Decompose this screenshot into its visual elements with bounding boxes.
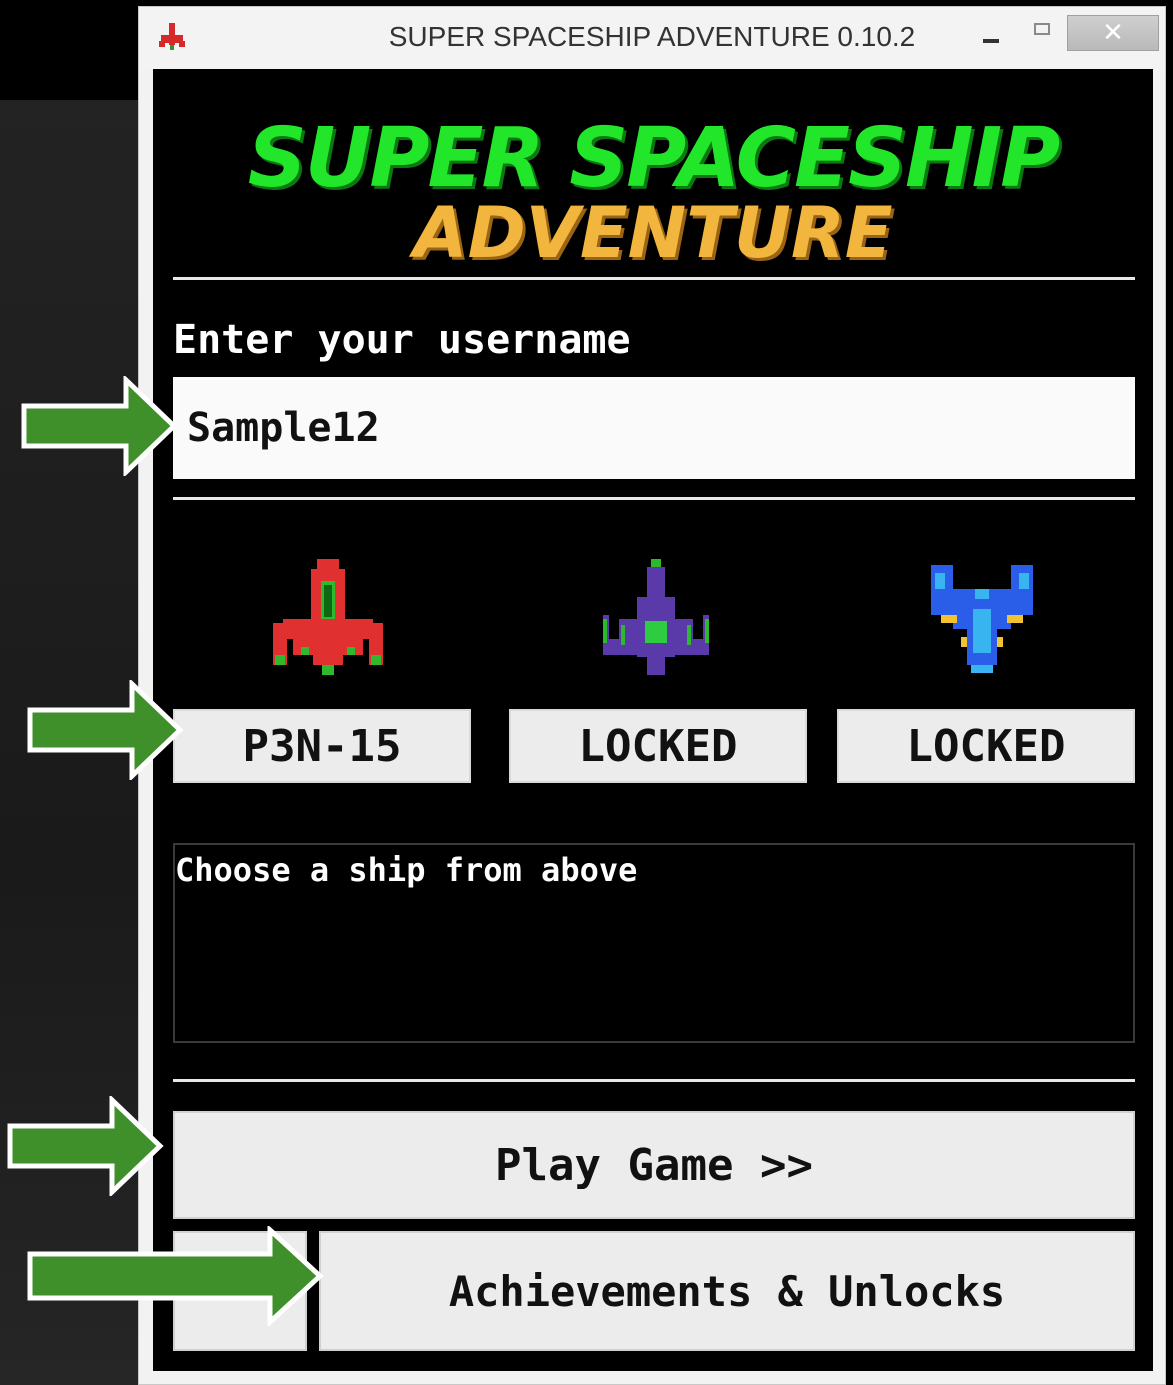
purple-spaceship-icon [603,559,709,675]
ship-description-box: Choose a ship from above [173,843,1135,1043]
divider [173,497,1135,500]
maximize-button[interactable] [1025,15,1065,51]
window-title: SUPER SPACESHIP ADVENTURE 0.10.2 [388,21,916,52]
title-bar[interactable]: SUPER SPACESHIP ADVENTURE 0.10.2 ✕ [139,7,1165,69]
divider [173,1079,1135,1082]
close-icon: ✕ [1102,17,1124,47]
ship-button-label: P3N-15 [242,720,402,772]
ship-button-label: LOCKED [906,720,1066,772]
close-button[interactable]: ✕ [1067,15,1159,51]
username-label: Enter your username [173,317,631,363]
app-window: SUPER SPACESHIP ADVENTURE 0.10.2 ✕ SUPER… [138,6,1166,1385]
divider [173,277,1135,280]
green-arrow-icon [27,1226,324,1326]
blue-spaceship-icon [931,565,1033,673]
game-client-area: SUPER SPACESHIP ADVENTURE Enter your use… [153,69,1153,1371]
logo-title-line2: ADVENTURE [413,192,893,274]
achievements-label: Achievements & Unlocks [448,1266,1006,1316]
play-game-button[interactable]: Play Game >> [173,1111,1135,1219]
background-top [0,0,140,100]
logo-title-line1: SUPER SPACESHIP [247,111,1061,206]
achievements-button[interactable]: Achievements & Unlocks [319,1231,1135,1351]
ship-select-button-p3n15[interactable]: P3N-15 [173,709,471,783]
username-input[interactable] [173,377,1135,479]
ship-description-text: Choose a ship from above [175,851,638,889]
green-arrow-icon [7,1096,164,1196]
ship-select-button-locked-2[interactable]: LOCKED [837,709,1135,783]
green-arrow-icon [21,376,178,476]
play-game-label: Play Game >> [495,1139,813,1191]
ship-button-label: LOCKED [578,720,738,772]
minimize-button[interactable] [971,17,1011,53]
ship-select-button-locked-1[interactable]: LOCKED [509,709,807,783]
red-spaceship-icon [273,559,383,675]
green-arrow-icon [27,680,184,780]
